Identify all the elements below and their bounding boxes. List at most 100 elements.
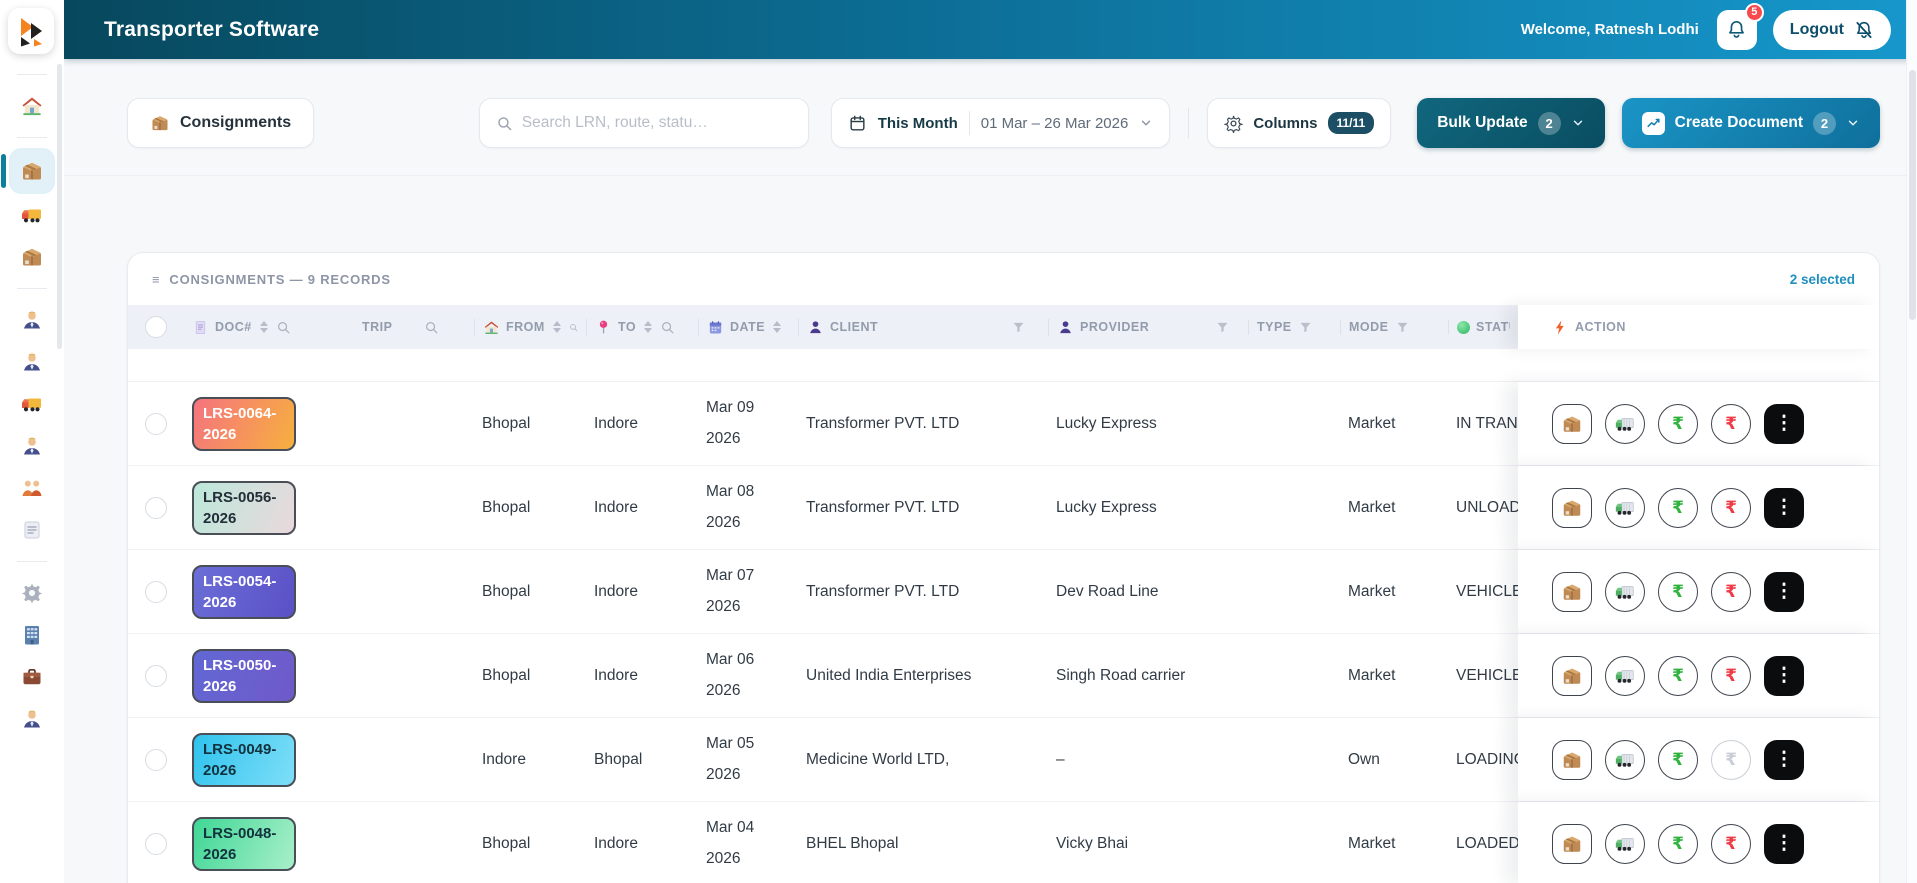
sidebar-item-vehicles[interactable] — [9, 383, 55, 425]
sidebar-item-shipments[interactable] — [9, 236, 55, 278]
more-options-button[interactable]: ⋮ — [1764, 487, 1804, 528]
expense-rupee-button[interactable]: ₹ — [1711, 571, 1751, 612]
vehicle-action-button[interactable] — [1605, 487, 1645, 528]
vehicle-action-button[interactable] — [1605, 571, 1645, 612]
more-options-button[interactable]: ⋮ — [1764, 403, 1804, 444]
select-all-checkbox[interactable] — [145, 316, 167, 338]
sidebar-item-profile[interactable] — [9, 698, 55, 740]
more-options-button[interactable]: ⋮ — [1764, 739, 1804, 780]
column-header-from[interactable]: FROM — [474, 318, 586, 336]
table-row[interactable]: LRS-0049-2026 Indore Bhopal Mar 05 2026 … — [128, 718, 1879, 802]
search-input[interactable] — [521, 114, 792, 132]
create-document-button[interactable]: Create Document 2 — [1621, 98, 1880, 148]
sort-icon[interactable] — [644, 321, 653, 333]
doc-number-badge[interactable]: LRS-0049-2026 — [192, 732, 296, 787]
more-options-button[interactable]: ⋮ — [1764, 655, 1804, 696]
column-header-to[interactable]: TO — [586, 318, 698, 336]
doc-number-badge[interactable]: LRS-0056-2026 — [192, 480, 296, 535]
column-header-provider[interactable]: PROVIDER — [1048, 318, 1248, 336]
page-scrollbar-thumb[interactable] — [1909, 70, 1916, 320]
income-rupee-button[interactable]: ₹ — [1658, 487, 1698, 528]
table-row[interactable]: LRS-0064-2026 Bhopal Indore Mar 09 2026 … — [128, 382, 1879, 466]
expense-rupee-button[interactable]: ₹ — [1711, 739, 1751, 780]
row-checkbox[interactable] — [145, 748, 167, 771]
sidebar-item-settings[interactable] — [9, 572, 55, 614]
sort-icon[interactable] — [552, 321, 561, 333]
sidebar-item-staff[interactable] — [9, 467, 55, 509]
expense-rupee-button[interactable]: ₹ — [1711, 823, 1751, 864]
more-options-button[interactable]: ⋮ — [1764, 823, 1804, 864]
sidebar-item-business[interactable] — [9, 656, 55, 698]
search-icon[interactable] — [569, 320, 578, 335]
filter-icon[interactable] — [1395, 320, 1410, 335]
table-row[interactable]: LRS-0048-2026 Bhopal Indore Mar 04 2026 … — [128, 802, 1879, 883]
table-row[interactable]: LRS-0054-2026 Bhopal Indore Mar 07 2026 … — [128, 550, 1879, 634]
sort-icon[interactable] — [773, 321, 782, 333]
row-checkbox[interactable] — [145, 832, 167, 855]
page-scrollbar[interactable] — [1906, 0, 1917, 883]
vehicle-action-button[interactable] — [1605, 823, 1645, 864]
from-cell: Bhopal — [482, 582, 531, 600]
income-rupee-button[interactable]: ₹ — [1658, 571, 1698, 612]
vehicle-action-button[interactable] — [1605, 403, 1645, 444]
filter-icon[interactable] — [1011, 320, 1026, 335]
package-action-button[interactable] — [1552, 487, 1592, 528]
column-header-type[interactable]: TYPE — [1248, 319, 1340, 335]
column-header-doc[interactable]: DOC# — [184, 319, 354, 336]
doc-number-badge[interactable]: LRS-0048-2026 — [192, 816, 296, 871]
table-row[interactable]: LRS-0050-2026 Bhopal Indore Mar 06 2026 … — [128, 634, 1879, 718]
sidebar-item-trips[interactable] — [9, 194, 55, 236]
columns-button[interactable]: Columns 11/11 — [1207, 98, 1392, 148]
doc-number-badge[interactable]: LRS-0050-2026 — [192, 648, 296, 703]
notifications-button[interactable]: 5 — [1716, 2, 1764, 50]
income-rupee-button[interactable]: ₹ — [1658, 655, 1698, 696]
consignments-chip[interactable]: Consignments — [127, 98, 315, 148]
doc-number-badge[interactable]: LRS-0054-2026 — [192, 564, 296, 619]
income-rupee-button[interactable]: ₹ — [1658, 403, 1698, 444]
row-checkbox[interactable] — [145, 664, 167, 687]
sidebar-item-documents[interactable] — [9, 509, 55, 551]
income-rupee-button[interactable]: ₹ — [1658, 823, 1698, 864]
expense-rupee-button[interactable]: ₹ — [1711, 655, 1751, 696]
package-action-button[interactable] — [1552, 823, 1592, 864]
date-filter[interactable]: This Month 01 Mar – 26 Mar 2026 — [830, 98, 1171, 148]
filter-icon[interactable] — [1215, 320, 1230, 335]
more-options-button[interactable]: ⋮ — [1764, 571, 1804, 612]
doc-number-badge[interactable]: LRS-0064-2026 — [192, 396, 296, 451]
row-checkbox[interactable] — [145, 580, 167, 603]
package-action-button[interactable] — [1552, 571, 1592, 612]
filter-icon[interactable] — [1298, 320, 1313, 335]
chevron-down-icon — [1846, 116, 1860, 130]
column-header-trip[interactable]: TRIP — [354, 320, 474, 335]
bulk-update-button[interactable]: Bulk Update 2 — [1417, 98, 1605, 148]
row-checkbox[interactable] — [145, 412, 167, 435]
sort-icon[interactable] — [259, 321, 268, 333]
table-row[interactable]: LRS-0056-2026 Bhopal Indore Mar 08 2026 … — [128, 466, 1879, 550]
column-header-date[interactable]: DATE — [698, 318, 798, 336]
sidebar-item-home[interactable] — [9, 85, 55, 127]
sidebar-divider — [17, 288, 47, 289]
package-action-button[interactable] — [1552, 739, 1592, 780]
search-icon[interactable] — [660, 320, 675, 335]
sidebar-scrollbar[interactable] — [57, 64, 62, 349]
search-icon[interactable] — [424, 320, 439, 335]
row-checkbox[interactable] — [145, 496, 167, 519]
column-header-client[interactable]: CLIENT — [798, 318, 1048, 336]
column-header-status[interactable]: STATUS — [1448, 320, 1518, 334]
sidebar-item-drivers[interactable] — [9, 425, 55, 467]
app-logo[interactable] — [8, 8, 54, 54]
package-action-button[interactable] — [1552, 403, 1592, 444]
package-action-button[interactable] — [1552, 655, 1592, 696]
sidebar-item-providers[interactable] — [9, 341, 55, 383]
sidebar-item-consignments[interactable] — [1, 148, 55, 194]
vehicle-action-button[interactable] — [1605, 739, 1645, 780]
search-icon[interactable] — [276, 320, 291, 335]
sidebar-item-clients[interactable] — [9, 299, 55, 341]
vehicle-action-button[interactable] — [1605, 655, 1645, 696]
expense-rupee-button[interactable]: ₹ — [1711, 487, 1751, 528]
column-header-mode[interactable]: MODE — [1340, 319, 1448, 335]
logout-button[interactable]: Logout — [1772, 9, 1891, 50]
income-rupee-button[interactable]: ₹ — [1658, 739, 1698, 780]
expense-rupee-button[interactable]: ₹ — [1711, 403, 1751, 444]
sidebar-item-company[interactable] — [9, 614, 55, 656]
